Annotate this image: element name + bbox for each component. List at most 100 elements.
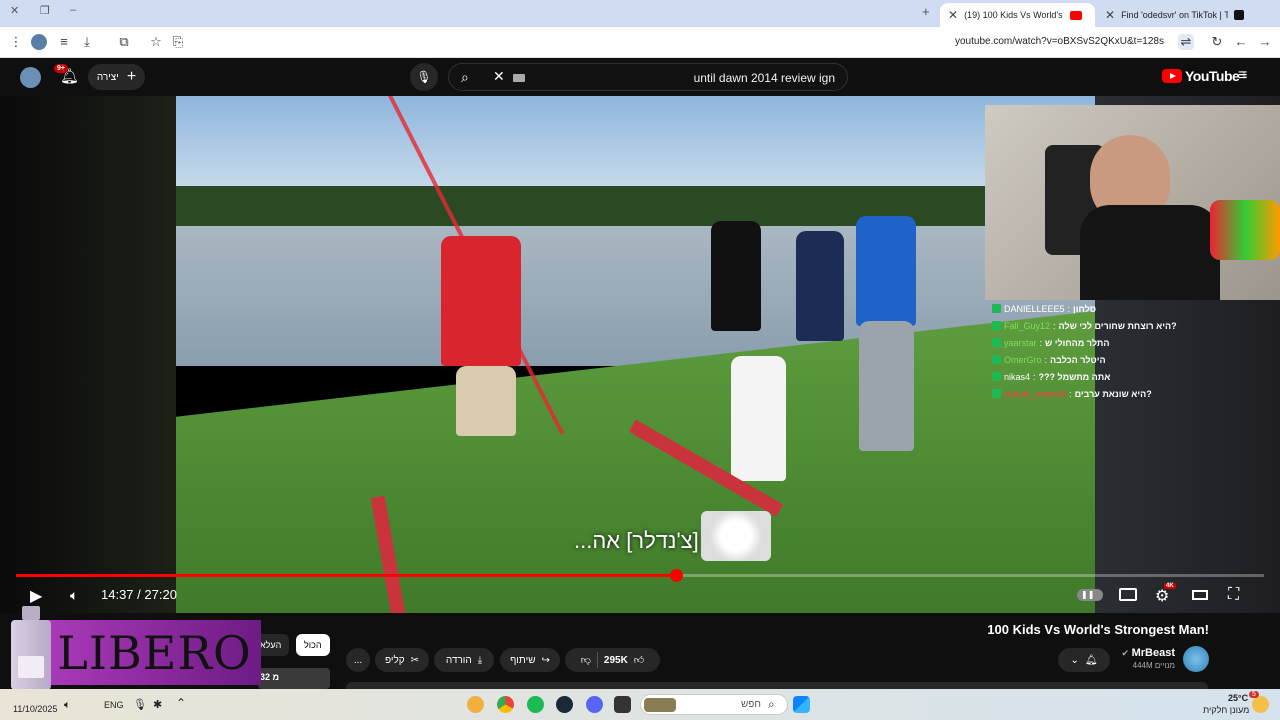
channel-name-text: MrBeast (1131, 647, 1175, 659)
minimize-window-icon[interactable]: – (70, 4, 76, 16)
search-placeholder: חפש (741, 699, 761, 710)
hamburger-menu-icon[interactable]: ≡ (1238, 67, 1247, 85)
reading-list-icon[interactable]: ≡ (56, 34, 72, 50)
clear-search-icon[interactable]: ✕ (493, 68, 505, 85)
thumbnail-overlay-text: 32 מ (260, 672, 280, 682)
like-dislike-button[interactable]: 👎︎ 295K 👍︎ (565, 648, 660, 672)
golf-bag (731, 356, 786, 481)
search-query-text: until dawn 2014 review ign (693, 71, 835, 85)
create-button[interactable]: יצירה + (88, 64, 145, 90)
close-tab-icon[interactable]: ✕ (948, 8, 958, 22)
windows-taskbar: 11/10/2025 🔈︎ ENG 🎙︎ ✱ ⌃ חפש ⌕ 25°C מעונ… (0, 689, 1280, 720)
like-icon[interactable]: 👍︎ (634, 654, 644, 666)
voice-search-mic-icon[interactable]: 🎙︎ (410, 63, 438, 91)
chevron-down-icon: ⌄ (1070, 654, 1079, 666)
discord-icon[interactable] (586, 696, 603, 713)
settings-gear-icon[interactable]: ⚙ (1155, 586, 1169, 606)
verified-icon: ✔︎ (1121, 648, 1132, 658)
clip-button[interactable]: קליפ ✂ (375, 648, 429, 672)
time-current: 14:37 (101, 587, 134, 602)
share-button[interactable]: שיתוף ↪ (500, 648, 560, 672)
chat-user: nikas4 (1004, 371, 1031, 382)
reload-icon[interactable]: ↻ (1209, 34, 1225, 50)
bluetooth-icon[interactable]: ✱ (153, 698, 162, 711)
chat-text: היא רוצחת שחורים לכי שלה? (1058, 320, 1177, 331)
youtube-logo-text: YouTube (1185, 68, 1240, 84)
chip-all[interactable]: הכול (296, 634, 330, 656)
streamer-webcam (985, 105, 1280, 300)
bookmark-star-icon[interactable]: ☆ (148, 34, 164, 50)
progress-bar[interactable] (16, 569, 1264, 582)
golf-balls-tray (701, 511, 771, 561)
volume-icon[interactable]: 🔈︎ (70, 587, 78, 604)
chat-message: yehudi_metoraf : היא שונאת ערבים? (992, 385, 1280, 402)
mic-icon[interactable]: 🎙︎ (133, 698, 147, 711)
video-player[interactable]: [צ'נדלר] אה... DANIELLEEE5 : סלחון Fall_… (0, 96, 1280, 613)
speaker-icon[interactable]: 🔈︎ (64, 699, 71, 712)
description-box[interactable] (346, 682, 1208, 689)
progress-played (16, 574, 677, 577)
theater-mode-icon[interactable] (1192, 590, 1208, 600)
profile-avatar[interactable] (31, 34, 47, 50)
autoplay-toggle[interactable]: ❚❚ (1077, 589, 1103, 601)
address-bar[interactable]: ☆ ⎘ youtube.com/watch?v=oBXSvS2QKxU&t=12… (140, 30, 1202, 55)
search-icon[interactable]: ⌕ (461, 69, 469, 86)
play-icon[interactable]: ▶ (30, 586, 42, 606)
subscription-bell-button[interactable]: ⌄ 🔔︎ (1058, 648, 1110, 672)
account-avatar[interactable] (20, 67, 41, 88)
forward-arrow-icon[interactable]: → (1257, 34, 1273, 50)
chrome-icon[interactable] (497, 696, 514, 713)
close-tab-icon[interactable]: ✕ (1105, 8, 1115, 22)
mod-badge-icon (992, 338, 1001, 347)
steam-icon[interactable] (556, 696, 573, 713)
tab-tiktok[interactable]: ✕ Find 'odedsvr' on TikTok | TikTo (1097, 3, 1252, 27)
libero-banner: LIBERO (48, 620, 261, 685)
install-app-icon[interactable]: ⎘ (170, 34, 186, 50)
video-title: 100 Kids Vs World's Strongest Man! (987, 622, 1209, 637)
chat-message: yaarstar : התלר מהחולי ש (992, 334, 1280, 351)
download-button[interactable]: הורדה ⤓ (434, 648, 494, 672)
weather-sun-icon[interactable] (1252, 696, 1269, 713)
subtitles-icon[interactable] (1119, 588, 1137, 601)
tab-youtube[interactable]: ✕ (19) 100 Kids Vs World's Strong (940, 3, 1095, 27)
channel-name[interactable]: ✔︎ MrBeast (1122, 647, 1175, 659)
close-window-icon[interactable]: ✕ (10, 4, 19, 17)
tiktok-favicon-icon (1234, 10, 1244, 20)
terminal-icon[interactable] (614, 696, 631, 713)
language-indicator[interactable]: ENG (104, 700, 124, 710)
chat-user: OmerGro (1004, 354, 1042, 365)
chevron-up-icon[interactable]: ⌃ (176, 696, 186, 710)
libero-ad-overlay[interactable]: LIBERO (8, 606, 261, 690)
search-input[interactable]: ⌕ ✕ until dawn 2014 review ign (448, 63, 848, 91)
like-count: 295K (603, 654, 628, 666)
new-tab-icon[interactable]: + (922, 4, 930, 19)
perfume-bottle-icon (8, 606, 54, 690)
download-label: הורדה (445, 654, 472, 666)
search-highlight-image (644, 698, 676, 712)
libero-brand-text: LIBERO (57, 625, 252, 680)
more-actions-button[interactable]: ... (346, 648, 370, 672)
download-icon: ⤓ (477, 654, 483, 666)
restore-window-icon[interactable]: ❐ (40, 4, 50, 17)
site-settings-icon[interactable]: ⇌ (1178, 34, 1194, 50)
share-label: שיתוף (510, 654, 536, 666)
time-total: 27:20 (144, 587, 177, 602)
youtube-logo[interactable]: YouTube IL (1162, 68, 1247, 84)
related-video-thumbnail[interactable]: 32 מ (258, 668, 330, 689)
keyboard-icon[interactable] (513, 74, 525, 82)
fullscreen-icon[interactable]: ⛶ (1228, 586, 1239, 604)
spotify-icon[interactable] (527, 696, 544, 713)
bell-icon: 🔔︎ (1084, 654, 1098, 666)
download-icon[interactable]: ⤓ (79, 34, 95, 50)
youtube-play-logo-icon (1162, 69, 1182, 83)
taskbar-search[interactable]: חפש ⌕ (640, 694, 788, 715)
windows-start-icon[interactable] (793, 696, 810, 713)
video-frame[interactable]: [צ'נדלר] אה... (176, 96, 1095, 613)
channel-avatar[interactable] (1183, 646, 1209, 672)
extensions-icon[interactable]: ⧉ (116, 34, 132, 50)
menu-dots-icon[interactable]: ⋮ (8, 34, 24, 50)
app-icon-1[interactable] (467, 696, 484, 713)
back-arrow-icon[interactable]: ← (1233, 34, 1249, 50)
url-text: youtube.com/watch?v=oBXSvS2QKxU&t=128s (954, 36, 1164, 47)
dislike-icon[interactable]: 👎︎ (581, 654, 591, 666)
